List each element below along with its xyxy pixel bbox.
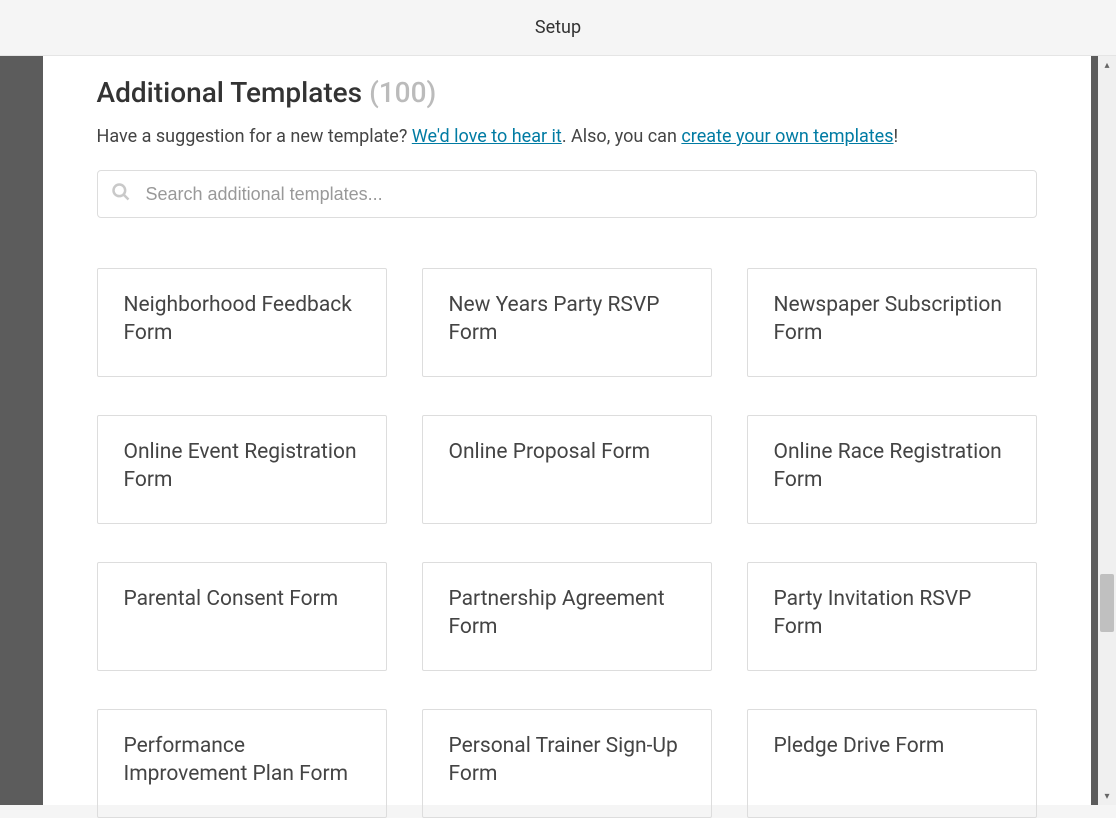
template-title: Online Race Registration Form xyxy=(774,438,1010,495)
template-title: Online Event Registration Form xyxy=(124,438,360,495)
subtitle-suffix: ! xyxy=(894,126,899,147)
inner-content: Additional Templates (100) Have a sugges… xyxy=(43,56,1091,818)
template-card[interactable]: Neighborhood Feedback Form xyxy=(97,268,387,377)
template-card[interactable]: Newspaper Subscription Form xyxy=(747,268,1037,377)
template-card[interactable]: Pledge Drive Form xyxy=(747,709,1037,818)
create-templates-link[interactable]: create your own templates xyxy=(681,126,893,147)
heading-count: (100) xyxy=(369,76,436,109)
template-title: Parental Consent Form xyxy=(124,585,339,613)
scrollbar-thumb[interactable] xyxy=(1100,574,1114,632)
template-card[interactable]: Online Proposal Form xyxy=(422,415,712,524)
content-panel: Additional Templates (100) Have a sugges… xyxy=(43,56,1091,805)
scrollbar-track[interactable]: ▴ ▾ xyxy=(1098,56,1116,805)
template-title: Pledge Drive Form xyxy=(774,732,945,760)
page-heading: Additional Templates (100) xyxy=(97,76,1037,109)
template-title: Partnership Agreement Form xyxy=(449,585,685,642)
suggestion-link[interactable]: We'd love to hear it xyxy=(412,126,562,147)
scroll-up-icon[interactable]: ▴ xyxy=(1098,56,1116,74)
template-title: Online Proposal Form xyxy=(449,438,651,466)
header-title: Setup xyxy=(535,17,581,38)
template-card[interactable]: Performance Improvement Plan Form xyxy=(97,709,387,818)
template-card[interactable]: Online Race Registration Form xyxy=(747,415,1037,524)
template-card[interactable]: Parental Consent Form xyxy=(97,562,387,671)
template-title: Party Invitation RSVP Form xyxy=(774,585,1010,642)
heading-text: Additional Templates xyxy=(97,76,363,109)
outer-wrap: Additional Templates (100) Have a sugges… xyxy=(0,56,1116,805)
template-title: Neighborhood Feedback Form xyxy=(124,291,360,348)
search-wrap xyxy=(97,170,1037,218)
template-title: New Years Party RSVP Form xyxy=(449,291,685,348)
subtitle-mid: . Also, you can xyxy=(562,126,682,147)
search-input[interactable] xyxy=(97,170,1037,218)
template-card[interactable]: Party Invitation RSVP Form xyxy=(747,562,1037,671)
templates-grid: Neighborhood Feedback Form New Years Par… xyxy=(97,268,1037,818)
template-title: Performance Improvement Plan Form xyxy=(124,732,360,789)
header-bar: Setup xyxy=(0,0,1116,56)
template-card[interactable]: Online Event Registration Form xyxy=(97,415,387,524)
template-title: Personal Trainer Sign-Up Form xyxy=(449,732,685,789)
template-card[interactable]: Partnership Agreement Form xyxy=(422,562,712,671)
template-title: Newspaper Subscription Form xyxy=(774,291,1010,348)
subtitle-prefix: Have a suggestion for a new template? xyxy=(97,126,412,147)
subtitle: Have a suggestion for a new template? We… xyxy=(97,123,1037,150)
scroll-down-icon[interactable]: ▾ xyxy=(1098,787,1116,805)
search-icon xyxy=(111,182,131,206)
template-card[interactable]: New Years Party RSVP Form xyxy=(422,268,712,377)
template-card[interactable]: Personal Trainer Sign-Up Form xyxy=(422,709,712,818)
